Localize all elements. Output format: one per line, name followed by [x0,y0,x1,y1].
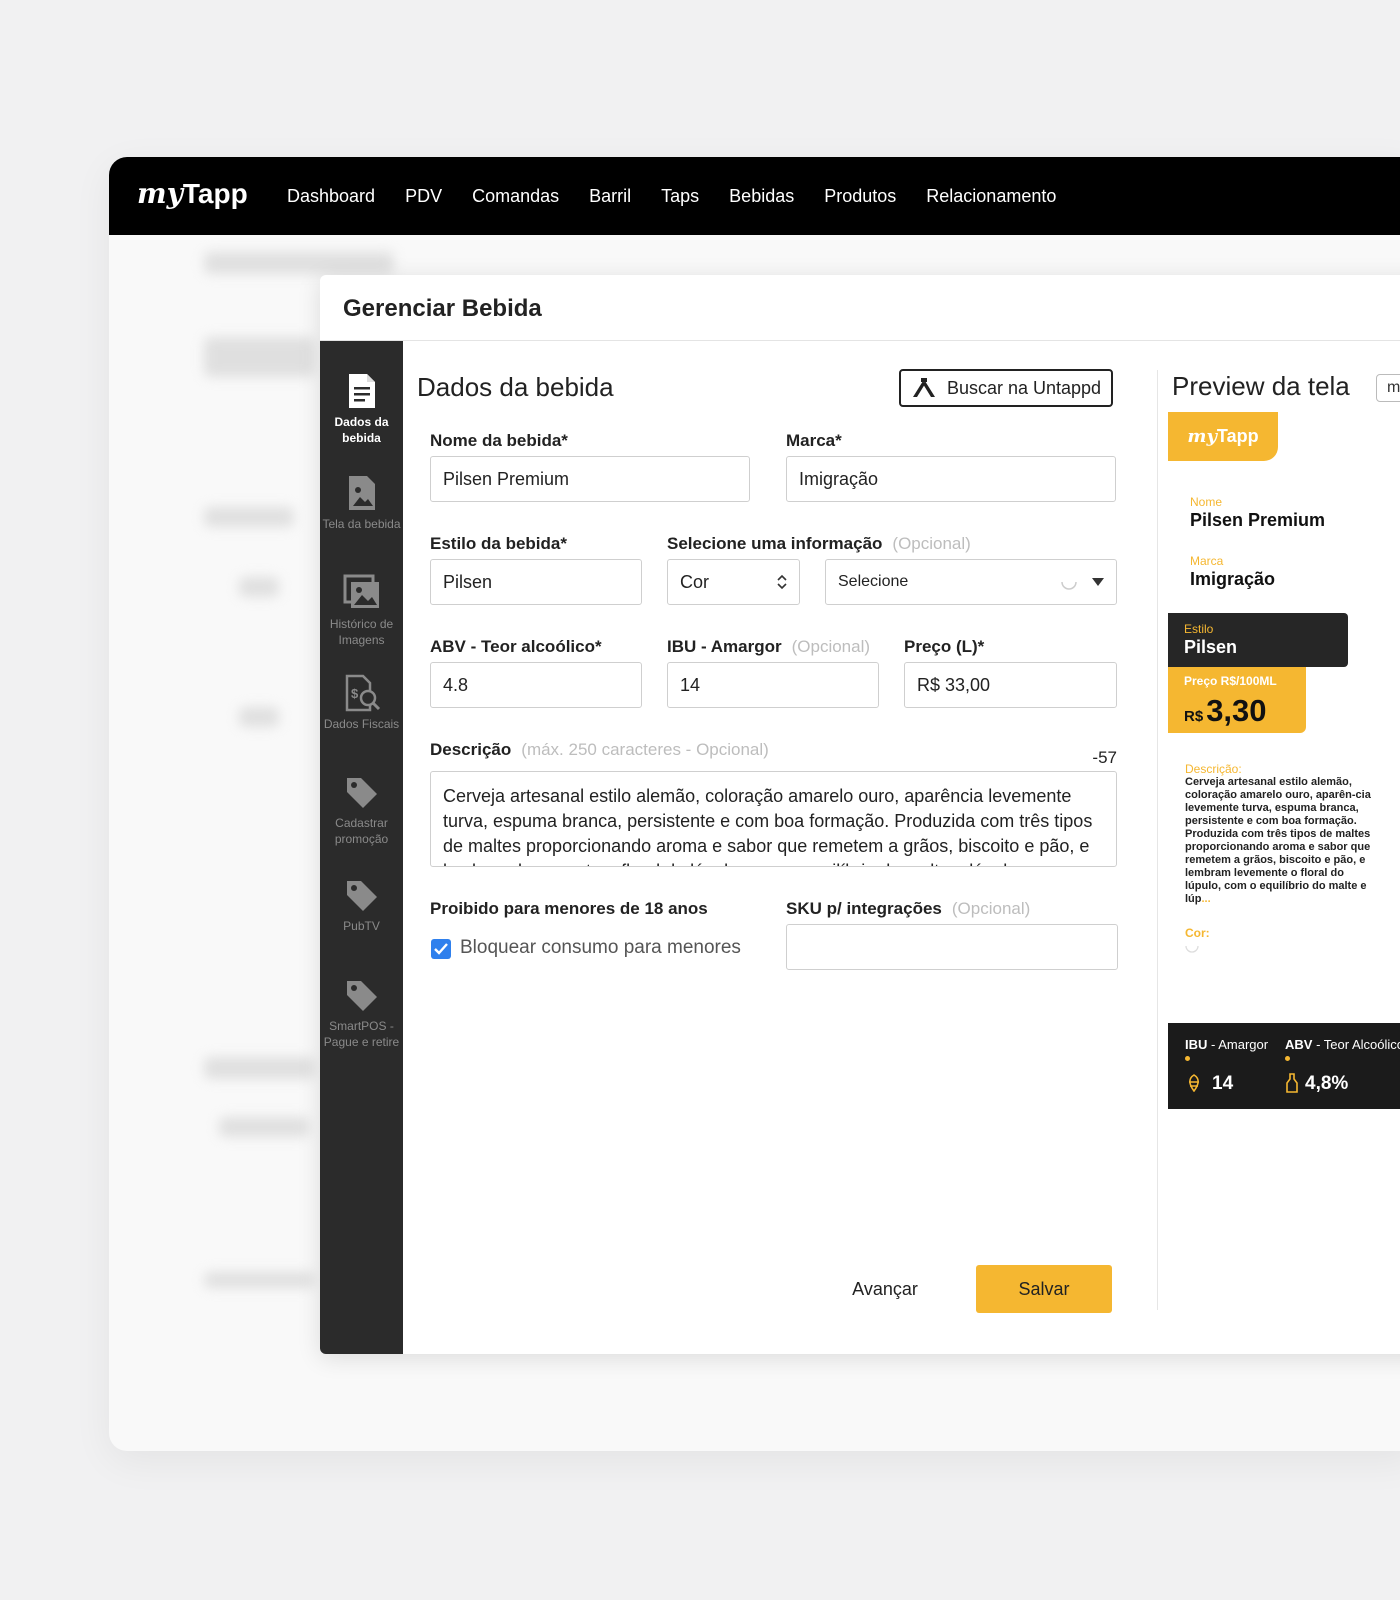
sidebar-item-pubtv[interactable]: PubTV [320,878,403,934]
bg-blurred-block [219,1117,309,1137]
updown-chevron-icon [777,574,787,590]
nav-item-produtos[interactable]: Produtos [809,186,911,207]
mytapp-logo[interactable]: myTapp [137,177,248,210]
preview-abv-label: ABV - Teor Alcoólico [1285,1037,1400,1052]
nome-field[interactable]: Pilsen Premium [430,456,750,502]
nav-item-comandas[interactable]: Comandas [457,186,574,207]
preview-ibu-label: IBU - Amargor [1185,1037,1269,1052]
drink-screen-preview: my Tapp Nome Pilsen Premium Marca Imigraç… [1168,412,1400,1112]
estilo-field[interactable]: Pilsen [430,559,642,605]
divider [320,340,1400,341]
untappd-search-button[interactable]: Buscar na Untappd [899,369,1113,407]
bottle-icon [1286,1073,1298,1093]
ibu-field[interactable]: 14 [667,662,879,708]
bg-blurred-block [204,507,294,527]
preview-ibu-value: 14 [1212,1073,1234,1094]
info-value-select[interactable]: Selecione [825,559,1117,605]
preview-preco-box: Preço R$/100ML R$3,30 [1168,667,1306,733]
tag-icon [346,981,377,1011]
block-minors-checkbox[interactable] [431,939,451,959]
descricao-label: Descrição (máx. 250 caracteres - Opcional… [430,740,769,759]
preview-nome-value: Pilsen Premium [1190,510,1326,530]
preview-nome-label: Nome [1190,495,1223,509]
avancar-button[interactable]: Avançar [825,1265,945,1313]
image-file-icon [348,476,375,510]
nav-item-taps[interactable]: Taps [646,186,714,207]
nav-item-pdv[interactable]: PDV [390,186,457,207]
block-minors-label[interactable]: Bloquear consumo para menores [460,937,741,959]
sidebar-item-dados-da-bebida[interactable]: Dados da bebida [320,372,403,446]
preview-logo: my Tapp [1168,412,1278,461]
color-swatch-icon [1061,581,1077,590]
preview-estilo-box: Estilo Pilsen [1168,613,1348,667]
manage-drink-modal: Gerenciar Bebida Dados da bebida Tela da… [320,275,1400,1354]
top-navbar: myTapp Dashboard PDV Comandas Barril Taps Beb… [109,157,1400,235]
nav-item-relacionamento[interactable]: Relacionamento [911,186,1071,207]
descricao-textarea[interactable]: Cerveja artesanal estilo alemão, coloraç… [430,771,1117,867]
nav-item-bebidas[interactable]: Bebidas [714,186,809,207]
preview-marca-value: Imigração [1190,569,1276,589]
preview-cor-label: Cor: [1185,926,1210,940]
bg-blurred-block [204,337,314,377]
sidebar-item-tela-da-bebida[interactable]: Tela da bebida [320,474,403,532]
nav-item-dashboard[interactable]: Dashboard [272,186,390,207]
bg-blurred-block [239,577,279,597]
modal-title: Gerenciar Bebida [343,295,542,322]
modal-sidebar: Dados da bebida Tela da bebida Histórico… [320,341,403,1354]
bg-blurred-title [204,252,394,274]
preview-descricao-label: Descrição: [1185,762,1242,776]
marca-label: Marca* [786,431,842,450]
divider [1157,370,1158,1310]
sidebar-item-cadastrar-promocao[interactable]: Cadastrar promoção [320,775,403,847]
nav-menu: Dashboard PDV Comandas Barril Taps Bebidas Pro… [272,157,1071,235]
document-icon [348,374,375,408]
abv-field[interactable]: 4.8 [430,662,642,708]
estilo-label: Estilo da bebida* [430,534,567,553]
sku-label: SKU p/ integrações (Opcional) [786,899,1031,918]
preview-abv-value: 4,8% [1305,1073,1349,1094]
ibu-label: IBU - Amargor (Opcional) [667,637,871,656]
sidebar-item-smartpos[interactable]: SmartPOS - Pague e retire [320,978,403,1050]
gallery-icon [343,574,379,608]
tag-icon [346,881,377,911]
preview-stats-bar: IBU - Amargor 14 ABV - Teor Alcoólico 4,… [1168,1023,1400,1109]
info-label: Selecione uma informação (Opcional) [667,534,971,553]
section-title: Dados da bebida [417,372,614,402]
chevron-down-icon [1092,578,1104,586]
preview-title: Preview da tela [1172,371,1350,401]
char-counter: -57 [1092,748,1117,767]
preco-field[interactable]: R$ 33,00 [904,662,1117,708]
tag-icon [346,778,377,808]
sidebar-item-dados-fiscais[interactable]: $ Dados Fiscais [320,674,403,732]
sku-field[interactable] [786,924,1118,970]
info-type-select[interactable]: Cor [667,559,800,605]
preview-estilo-value: Pilsen [1184,637,1238,657]
abv-label: ABV - Teor alcoólico* [430,637,602,656]
tax-document-icon: $ [345,674,380,712]
nome-label: Nome da bebida* [430,431,568,450]
nav-item-barril[interactable]: Barril [574,186,646,207]
menores-label: Proibido para menores de 18 anos [430,899,708,918]
bg-blurred-block [239,707,279,727]
preview-preco-label: Preço R$/100ML [1184,674,1277,688]
preview-descricao-text: Cerveja artesanal estilo alemão, coloraç… [1185,776,1371,905]
preview-marca-label: Marca [1190,554,1224,568]
marca-field[interactable]: Imigração [786,456,1116,502]
sidebar-item-historico-de-imagens[interactable]: Histórico de Imagens [320,574,403,648]
check-icon [434,943,448,955]
bg-blurred-block [204,1272,314,1288]
preview-ibu-dot [1185,1056,1190,1061]
preview-mode-select[interactable]: m [1376,374,1400,402]
salvar-button[interactable]: Salvar [976,1265,1112,1313]
untappd-icon [912,378,935,397]
svg-text:$: $ [351,686,359,701]
hop-icon [1189,1074,1199,1092]
preview-preco-amount: R$3,30 [1184,693,1267,728]
preview-estilo-label: Estilo [1184,622,1214,636]
bg-blurred-block [204,1057,314,1079]
preview-color-swatch-icon [1185,945,1199,953]
preview-abv-dot [1285,1056,1290,1061]
preco-label: Preço (L)* [904,637,985,656]
